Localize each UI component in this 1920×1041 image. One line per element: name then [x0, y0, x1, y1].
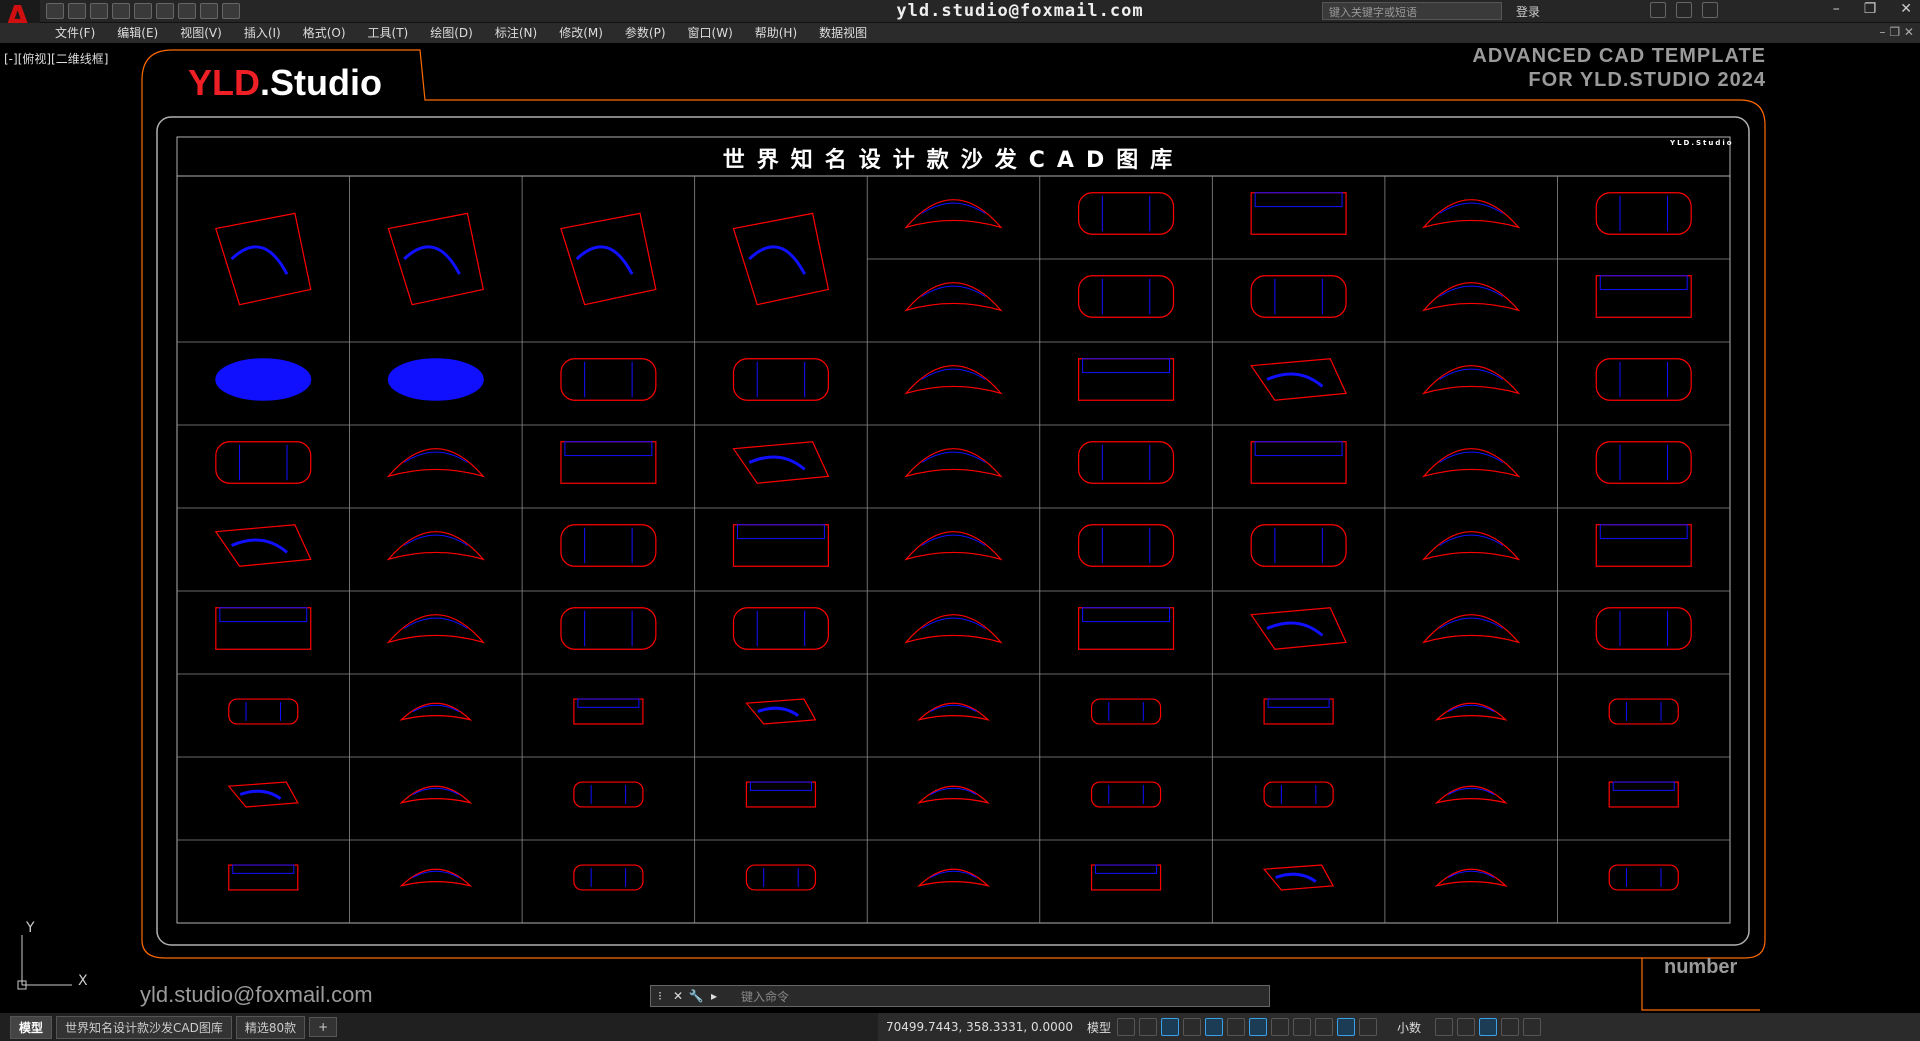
sheet-title: 世界知名设计款沙发CAD图库 [722, 148, 1185, 173]
ortho-icon[interactable] [1161, 1018, 1180, 1036]
close-cmd-icon[interactable]: ⁝ [651, 989, 669, 1003]
polar-icon[interactable] [1183, 1018, 1202, 1036]
wrench-icon[interactable]: 🔧 [687, 989, 705, 1003]
annotation-monitor-icon[interactable] [1315, 1018, 1334, 1036]
footer-email: yld.studio@foxmail.com [140, 982, 373, 1007]
sheet-grid [177, 176, 1730, 923]
sheet-brand: YLD.Studio [1670, 139, 1734, 147]
selection-cycling-icon[interactable] [1293, 1018, 1312, 1036]
workspace-gear-icon[interactable] [1359, 1018, 1378, 1036]
quick-properties-icon[interactable] [1435, 1018, 1454, 1036]
osnap-icon[interactable] [1205, 1018, 1224, 1036]
command-input[interactable]: 键入命令 [723, 988, 789, 1005]
add-layout-button[interactable]: + [309, 1017, 338, 1037]
command-line[interactable]: ⁝ ✕ 🔧 ▸ 键入命令 [650, 985, 1270, 1007]
tab-layout-1[interactable]: 世界知名设计款沙发CAD图库 [56, 1015, 232, 1039]
number-label: number [1664, 956, 1738, 978]
clean-screen-icon[interactable] [1501, 1018, 1520, 1036]
transparency-icon[interactable] [1271, 1018, 1290, 1036]
title-block-frame [141, 49, 1766, 1011]
customize-icon[interactable] [1523, 1018, 1542, 1036]
tab-model[interactable]: 模型 [10, 1015, 53, 1039]
ucs-x-label: X [78, 973, 88, 989]
otrack-icon[interactable] [1227, 1018, 1246, 1036]
units-dropdown[interactable]: 小数 [1397, 1019, 1421, 1036]
inner-frame [156, 116, 1750, 946]
status-bar: 70499.7443, 358.3331, 0.0000 模型 小数 [878, 1013, 1920, 1041]
grid-icon[interactable] [1117, 1018, 1136, 1036]
snap-icon[interactable] [1139, 1018, 1158, 1036]
yld-studio-logo: YLD.Studio [188, 62, 382, 103]
isolate-icon[interactable] [1457, 1018, 1476, 1036]
coordinates-readout[interactable]: 70499.7443, 358.3331, 0.0000 [878, 1020, 1081, 1034]
model-space-toggle[interactable]: 模型 [1087, 1019, 1111, 1036]
layout-tabs: 模型 世界知名设计款沙发CAD图库 精选80款 + [0, 1013, 880, 1041]
lineweight-icon[interactable] [1249, 1018, 1268, 1036]
ucs-icon [17, 935, 72, 990]
ucs-y-label: Y [25, 920, 35, 936]
sofa-symbols [214, 192, 1692, 891]
hardware-accel-icon[interactable] [1479, 1018, 1498, 1036]
annotation-visibility-icon[interactable] [1337, 1018, 1356, 1036]
template-caption: ADVANCED CAD TEMPLATE FOR YLD.STUDIO 2024 [1472, 45, 1766, 91]
command-prompt-icon[interactable]: ▸ [705, 989, 723, 1003]
close-icon[interactable]: ✕ [669, 989, 687, 1003]
tab-layout-2[interactable]: 精选80款 [235, 1015, 306, 1039]
